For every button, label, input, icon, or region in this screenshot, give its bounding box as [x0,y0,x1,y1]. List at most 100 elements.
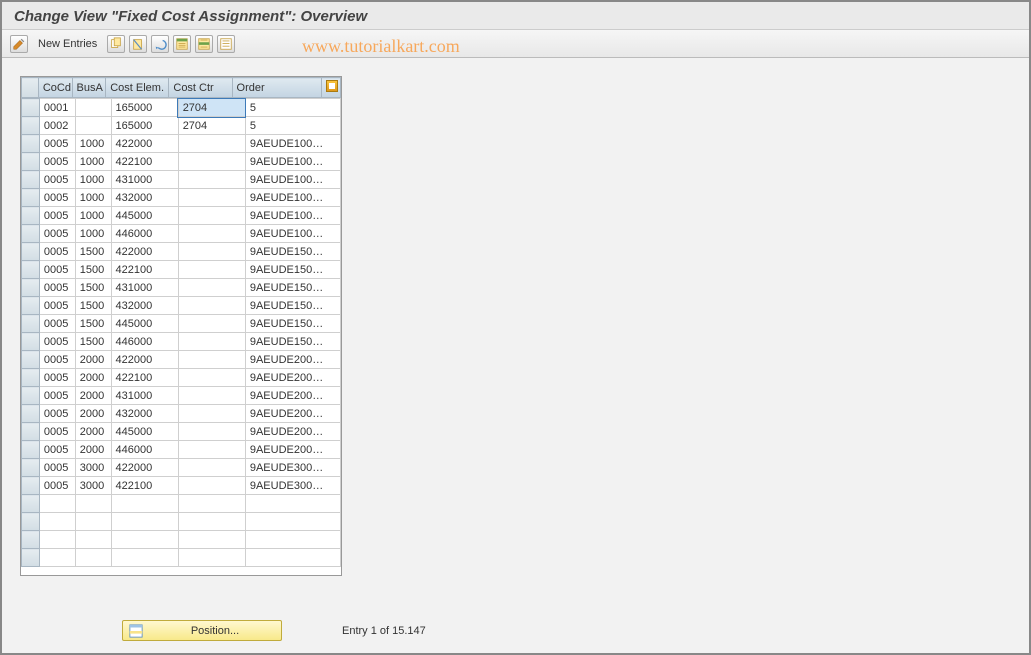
cell-busa[interactable]: 2000 [75,387,111,405]
cell-costelem[interactable]: 431000 [111,279,178,297]
row-selector[interactable] [22,261,40,279]
row-selector[interactable] [22,387,40,405]
cell-costelem[interactable]: 422000 [111,243,178,261]
cell-costctr[interactable] [178,477,245,495]
cell-costelem[interactable]: 431000 [111,171,178,189]
select-all-rows[interactable] [22,78,39,98]
cell-empty[interactable] [178,513,245,531]
cell-cocd[interactable]: 0005 [39,459,75,477]
cell-empty[interactable] [245,495,340,513]
cell-costelem[interactable]: 445000 [111,315,178,333]
cell-cocd[interactable]: 0005 [39,315,75,333]
cell-cocd[interactable]: 0005 [39,387,75,405]
cell-empty[interactable] [75,495,111,513]
cell-costctr[interactable] [178,279,245,297]
cell-empty[interactable] [178,531,245,549]
cell-costelem[interactable]: 422100 [111,369,178,387]
cell-busa[interactable]: 2000 [75,405,111,423]
cell-order[interactable]: 9AEUDE200… [245,387,340,405]
cell-costctr[interactable] [178,207,245,225]
cell-order[interactable]: 9AEUDE200… [245,441,340,459]
cell-empty[interactable] [75,513,111,531]
cell-order[interactable]: 9AEUDE200… [245,405,340,423]
cell-cocd[interactable]: 0005 [39,441,75,459]
edit-toggle-button[interactable] [10,35,28,53]
cell-costctr[interactable] [178,459,245,477]
cell-cocd[interactable]: 0005 [39,261,75,279]
cell-empty[interactable] [75,549,111,567]
cell-cocd[interactable]: 0001 [39,99,75,117]
cell-costctr[interactable] [178,225,245,243]
cell-empty[interactable] [39,531,75,549]
cell-busa[interactable]: 1500 [75,297,111,315]
cell-busa[interactable] [75,117,111,135]
cell-costelem[interactable]: 446000 [111,441,178,459]
cell-costelem[interactable]: 445000 [111,207,178,225]
cell-order[interactable]: 9AEUDE200… [245,351,340,369]
cell-costctr[interactable] [178,333,245,351]
cell-costelem[interactable]: 422000 [111,351,178,369]
cell-cocd[interactable]: 0005 [39,477,75,495]
cell-order[interactable]: 9AEUDE300… [245,477,340,495]
cell-order[interactable]: 9AEUDE100… [245,207,340,225]
row-selector[interactable] [22,99,40,117]
cell-order[interactable]: 9AEUDE150… [245,243,340,261]
cell-costctr[interactable] [178,135,245,153]
cell-costctr[interactable] [178,315,245,333]
cell-empty[interactable] [39,495,75,513]
cell-busa[interactable]: 1000 [75,225,111,243]
cell-busa[interactable]: 1500 [75,261,111,279]
cell-costctr[interactable] [178,423,245,441]
cell-cocd[interactable]: 0005 [39,333,75,351]
row-selector[interactable] [22,207,40,225]
cell-cocd[interactable]: 0002 [39,117,75,135]
undo-button[interactable] [151,35,169,53]
cell-costelem[interactable]: 446000 [111,333,178,351]
cell-order[interactable]: 5 [245,117,340,135]
row-selector[interactable] [22,459,40,477]
cell-cocd[interactable]: 0005 [39,351,75,369]
cell-order[interactable]: 9AEUDE150… [245,315,340,333]
select-all-button[interactable] [173,35,191,53]
cell-costelem[interactable]: 432000 [111,297,178,315]
cell-costelem[interactable]: 422100 [111,477,178,495]
cell-order[interactable]: 9AEUDE150… [245,333,340,351]
cell-costctr[interactable] [178,297,245,315]
row-selector[interactable] [22,225,40,243]
cell-busa[interactable]: 1500 [75,279,111,297]
row-selector[interactable] [22,369,40,387]
cell-empty[interactable] [39,549,75,567]
cell-costctr[interactable]: 2704 [178,99,245,117]
row-selector[interactable] [22,135,40,153]
cell-costelem[interactable]: 432000 [111,405,178,423]
cell-costelem[interactable]: 431000 [111,387,178,405]
row-selector[interactable] [22,279,40,297]
row-selector[interactable] [22,423,40,441]
cell-costelem[interactable]: 422100 [111,261,178,279]
cell-empty[interactable] [111,531,178,549]
cell-empty[interactable] [111,549,178,567]
cell-cocd[interactable]: 0005 [39,369,75,387]
col-header-busa[interactable]: BusA [72,78,106,98]
cell-busa[interactable]: 1000 [75,171,111,189]
cell-costelem[interactable]: 422000 [111,459,178,477]
position-button[interactable]: Position... [122,620,282,641]
row-selector[interactable] [22,153,40,171]
cell-empty[interactable] [75,531,111,549]
cell-empty[interactable] [111,513,178,531]
table-scroll-area[interactable]: 0001165000270450002165000270450005100042… [21,98,341,575]
cell-costctr[interactable] [178,153,245,171]
row-selector[interactable] [22,189,40,207]
cell-costctr[interactable] [178,369,245,387]
col-header-costelem[interactable]: Cost Elem. [106,78,169,98]
col-header-costctr[interactable]: Cost Ctr [169,78,232,98]
cell-empty[interactable] [39,513,75,531]
cell-cocd[interactable]: 0005 [39,171,75,189]
row-selector[interactable] [22,441,40,459]
cell-order[interactable]: 9AEUDE150… [245,297,340,315]
row-selector[interactable] [22,477,40,495]
cell-busa[interactable]: 2000 [75,369,111,387]
cell-costelem[interactable]: 422000 [111,135,178,153]
delete-button[interactable] [129,35,147,53]
row-selector[interactable] [22,333,40,351]
